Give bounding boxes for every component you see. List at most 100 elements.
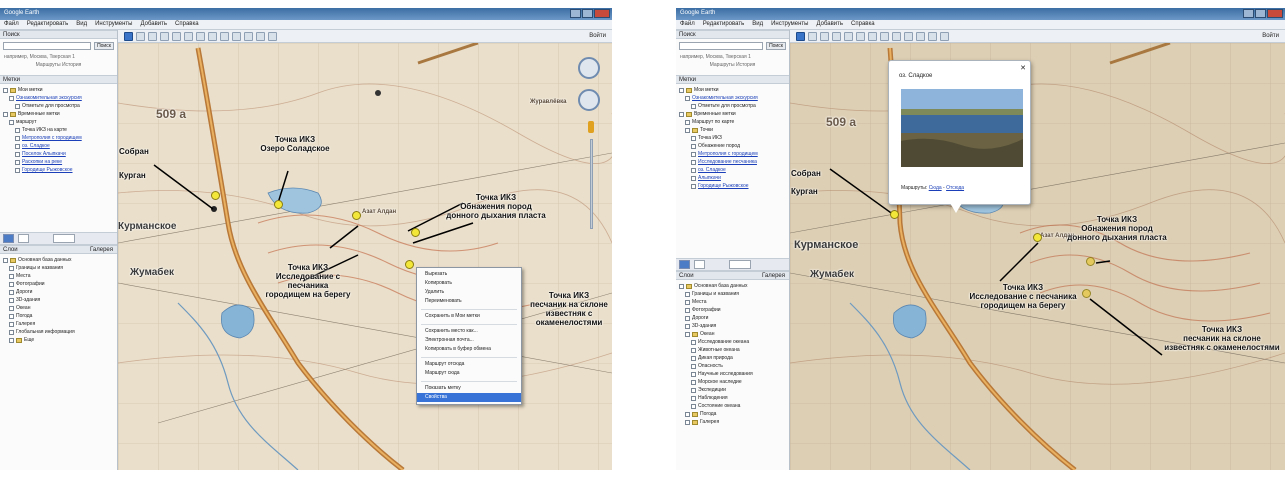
tree-item[interactable]: Городище Рыжовское <box>3 166 114 174</box>
tree-item[interactable]: 3D-здания <box>3 296 114 304</box>
checkbox-icon[interactable] <box>685 323 690 329</box>
context-menu-item[interactable]: Копировать <box>417 279 521 288</box>
checkbox-icon[interactable] <box>15 159 20 165</box>
checkbox-icon[interactable] <box>15 151 20 157</box>
path-icon[interactable] <box>832 31 841 41</box>
checkbox-icon[interactable] <box>679 111 684 117</box>
checkbox-icon[interactable] <box>691 395 696 401</box>
historical-imagery-icon[interactable] <box>868 31 877 41</box>
overlay-icon[interactable] <box>844 31 853 41</box>
sun-icon[interactable] <box>880 31 889 41</box>
tree-item[interactable]: Погода <box>679 410 786 418</box>
context-menu-item[interactable]: Свойства <box>417 393 521 402</box>
checkbox-icon[interactable] <box>691 355 696 361</box>
tree-item[interactable]: Дороги <box>3 288 114 296</box>
checkbox-icon[interactable] <box>685 299 690 305</box>
maps-icon[interactable] <box>940 31 949 41</box>
tree-item[interactable]: Алыпкачи <box>679 174 786 182</box>
checkbox-icon[interactable] <box>15 103 20 109</box>
tree-item[interactable]: Океан <box>679 330 786 338</box>
directions-from-link[interactable]: Отсюда <box>946 185 964 191</box>
checkbox-icon[interactable] <box>9 119 14 125</box>
checkbox-icon[interactable] <box>691 371 696 377</box>
tree-item[interactable]: Границы и названия <box>3 264 114 272</box>
historical-imagery-icon[interactable] <box>196 31 205 41</box>
checkbox-icon[interactable] <box>15 127 20 133</box>
tree-item[interactable]: Исследование океана <box>679 338 786 346</box>
checkbox-icon[interactable] <box>691 339 696 345</box>
search-input[interactable] <box>3 42 91 50</box>
checkbox-icon[interactable] <box>9 273 14 279</box>
checkbox-icon[interactable] <box>691 175 696 181</box>
checkbox-icon[interactable] <box>9 305 14 311</box>
placemark-pin[interactable] <box>1086 257 1095 266</box>
map-view[interactable]: 509 а Собран Курган Курманское Жумабек А… <box>790 43 1285 470</box>
toggle-view-button[interactable] <box>694 260 705 269</box>
tree-item[interactable]: Границы и названия <box>679 290 786 298</box>
placemark-pin[interactable] <box>211 191 220 200</box>
look-joystick-icon[interactable] <box>578 57 600 79</box>
tree-item[interactable]: Отметьте для просмотра <box>679 102 786 110</box>
placemark-pin[interactable] <box>274 200 283 209</box>
checkbox-icon[interactable] <box>691 103 696 109</box>
toggle-view-button[interactable] <box>18 234 29 243</box>
tree-item[interactable]: Фотографии <box>3 280 114 288</box>
tree-item[interactable]: маршрут <box>3 118 114 126</box>
placemark-pin[interactable] <box>411 228 420 237</box>
checkbox-icon[interactable] <box>691 347 696 353</box>
directions-to-link[interactable]: Сюда <box>929 185 942 191</box>
hide-sidebar-icon[interactable] <box>796 31 805 41</box>
map-view[interactable]: 509 а Собран Курган Курманское Жумабек А… <box>118 43 612 470</box>
checkbox-icon[interactable] <box>15 167 20 173</box>
search-panel-header[interactable]: Поиск <box>676 30 789 39</box>
checkbox-icon[interactable] <box>685 411 690 417</box>
checkbox-icon[interactable] <box>9 289 14 295</box>
add-content-button[interactable] <box>3 234 14 243</box>
placemark-pin[interactable] <box>405 260 414 269</box>
tree-item[interactable]: Экспедиции <box>679 386 786 394</box>
places-panel-header[interactable]: Метки <box>676 75 789 84</box>
checkbox-icon[interactable] <box>685 331 690 337</box>
tree-item[interactable]: Наблюдения <box>679 394 786 402</box>
context-menu-item[interactable]: Маршрут сюда <box>417 369 521 378</box>
close-button[interactable] <box>594 9 610 18</box>
tree-item[interactable]: Морское наследие <box>679 378 786 386</box>
menu-item[interactable]: Инструменты <box>771 21 808 28</box>
lake-photo[interactable] <box>901 89 1023 167</box>
planet-icon[interactable] <box>892 31 901 41</box>
search-button[interactable]: Поиск <box>94 42 114 50</box>
maps-icon[interactable] <box>268 31 277 41</box>
layers-panel-header[interactable]: Слои Галерея <box>676 271 789 280</box>
tree-item[interactable]: Отметьте для просмотра <box>3 102 114 110</box>
checkbox-icon[interactable] <box>3 257 8 263</box>
checkbox-icon[interactable] <box>691 403 696 409</box>
add-content-button[interactable] <box>679 260 690 269</box>
tree-item[interactable]: Дороги <box>679 314 786 322</box>
email-icon[interactable] <box>244 31 253 41</box>
context-menu-item[interactable]: Копировать в буфер обмена <box>417 345 521 354</box>
checkbox-icon[interactable] <box>9 329 14 335</box>
move-joystick-icon[interactable] <box>578 89 600 111</box>
tree-item[interactable]: Ознакомительная экскурсия <box>3 94 114 102</box>
menu-item[interactable]: Инструменты <box>95 21 132 28</box>
maximize-button[interactable] <box>1255 9 1266 18</box>
tree-item[interactable]: Погода <box>3 312 114 320</box>
layers-panel-header[interactable]: Слои Галерея <box>0 245 117 254</box>
tree-item[interactable]: Поселок Алыпкачи <box>3 150 114 158</box>
checkbox-icon[interactable] <box>9 313 14 319</box>
checkbox-icon[interactable] <box>15 135 20 141</box>
tree-item[interactable]: оз. Сладкое <box>3 142 114 150</box>
checkbox-icon[interactable] <box>15 143 20 149</box>
tree-item[interactable]: Мои метки <box>3 86 114 94</box>
tree-item[interactable]: Опасность <box>679 362 786 370</box>
checkbox-icon[interactable] <box>9 337 14 343</box>
close-button[interactable] <box>1267 9 1283 18</box>
checkbox-icon[interactable] <box>685 419 690 425</box>
checkbox-icon[interactable] <box>3 87 8 93</box>
checkbox-icon[interactable] <box>685 315 690 321</box>
menu-item[interactable]: Вид <box>752 21 763 28</box>
tree-item[interactable]: Животные океана <box>679 346 786 354</box>
placemark-pin[interactable] <box>890 210 899 219</box>
menu-item[interactable]: Вид <box>76 21 87 28</box>
tree-item[interactable]: Еще <box>3 336 114 344</box>
